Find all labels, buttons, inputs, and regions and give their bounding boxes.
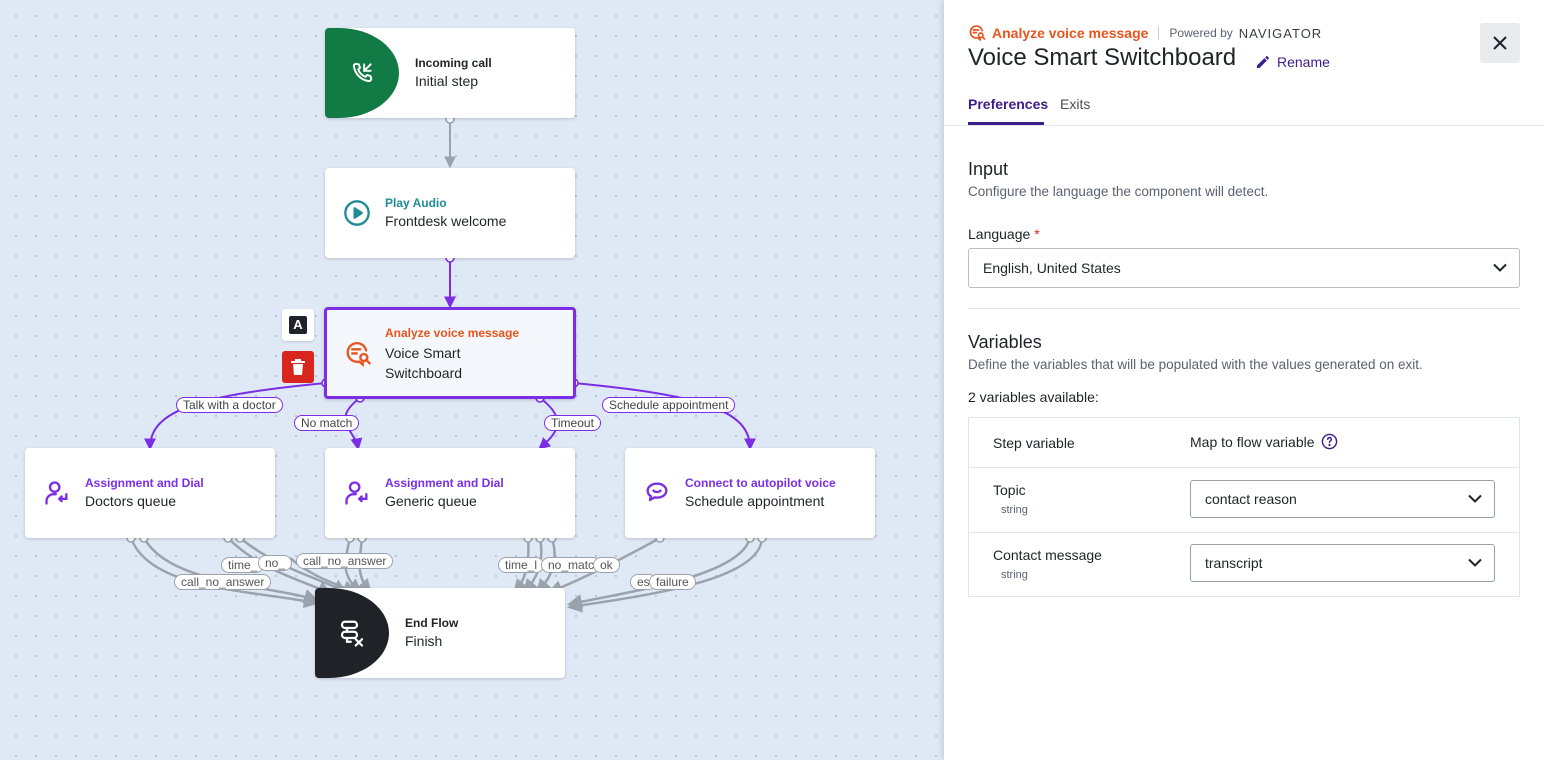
node-incoming-call[interactable]: Incoming call Initial step <box>325 28 575 118</box>
table-header: Step variable Map to flow variable <box>969 418 1519 468</box>
analyze-message-icon <box>969 25 986 42</box>
node-kind-label: Analyze voice message <box>385 326 520 340</box>
step-variable-name: Contact message <box>993 547 1102 563</box>
powered-by-label: Powered by <box>1169 26 1233 40</box>
step-variable-type: string <box>1001 569 1028 581</box>
node-name: Generic queue <box>385 493 477 509</box>
properties-panel: Analyze voice message Powered by NAVIGAT… <box>944 0 1544 760</box>
table-row: Contact message string transcript <box>969 532 1519 596</box>
incoming-call-badge <box>325 28 399 118</box>
variables-available-count: 2 variables available: <box>968 389 1099 405</box>
rename-label: Rename <box>1277 54 1330 70</box>
edge-label-call-no-answer[interactable]: call_no_answer <box>296 553 394 569</box>
required-mark: * <box>1034 226 1040 242</box>
agent-assign-icon <box>43 479 71 507</box>
phone-incoming-icon <box>352 62 373 83</box>
node-name: Voice Smart Switchboard <box>385 345 463 381</box>
edge-label-timeout[interactable]: Timeout <box>544 415 601 431</box>
step-variable-name: Topic <box>993 482 1026 498</box>
node-kind-label: Connect to autopilot voice <box>685 476 836 490</box>
node-name: Frontdesk welcome <box>385 213 507 229</box>
panel-title: Voice Smart Switchboard <box>968 44 1237 71</box>
close-icon <box>1493 36 1507 50</box>
edge-label-schedule-appointment[interactable]: Schedule appointment <box>602 397 736 413</box>
panel-header-meta: Analyze voice message Powered by NAVIGAT… <box>968 24 1322 42</box>
node-kind-label: Play Audio <box>385 196 447 210</box>
column-header-map-text: Map to flow variable <box>1190 433 1315 450</box>
delete-node-button[interactable] <box>282 351 314 383</box>
section-divider <box>968 308 1520 309</box>
edge-incoming-to-play[interactable] <box>444 114 456 169</box>
edge-play-to-analyze[interactable] <box>444 253 456 309</box>
help-icon[interactable] <box>1321 433 1338 450</box>
variables-section-description: Define the variables that will be popula… <box>968 357 1423 372</box>
node-doctors-queue[interactable]: Assignment and Dial Doctors queue <box>25 448 275 538</box>
edge-label-time[interactable]: time_l <box>498 557 545 573</box>
flow-canvas[interactable]: Incoming call Initial step Play Audio Fr… <box>0 0 944 760</box>
edge-label-no-match[interactable]: No match <box>294 415 360 431</box>
flow-variable-value: contact reason <box>1205 491 1297 507</box>
node-analyze-voice-message[interactable]: Analyze voice message Voice Smart Switch… <box>324 307 576 399</box>
column-header-map: Map to flow variable <box>1190 433 1338 450</box>
edge-label-talk-with-doctor[interactable]: Talk with a doctor <box>176 397 283 413</box>
node-name: Finish <box>405 633 443 649</box>
node-name: Initial step <box>415 73 479 89</box>
pencil-icon <box>1257 56 1269 68</box>
end-flow-icon <box>340 620 364 647</box>
text-tool-button[interactable]: A <box>282 309 314 341</box>
text-format-icon: A <box>289 316 307 334</box>
node-name: Doctors queue <box>85 493 177 509</box>
edge-label-failure[interactable]: failure <box>649 574 696 590</box>
agent-assign-icon <box>343 479 371 507</box>
column-header-step-variable: Step variable <box>993 435 1075 451</box>
edge-label-call-no-answer[interactable]: call_no_answer <box>174 574 272 590</box>
input-section-description: Configure the language the component wil… <box>968 184 1269 199</box>
chevron-down-icon <box>1468 494 1482 504</box>
flow-variable-select[interactable]: contact reason <box>1190 480 1495 518</box>
language-label: Language * <box>968 226 1040 242</box>
end-flow-badge <box>315 588 389 678</box>
play-circle-icon <box>343 199 371 227</box>
tab-exits[interactable]: Exits <box>1060 96 1090 112</box>
node-kind-label: Incoming call <box>415 56 492 70</box>
edge-label-no[interactable]: no_ <box>258 555 293 571</box>
node-generic-queue[interactable]: Assignment and Dial Generic queue <box>325 448 575 538</box>
brand-logo: NAVIGATOR <box>1238 25 1323 41</box>
node-end-flow[interactable]: End Flow Finish <box>315 588 565 678</box>
analyze-message-icon <box>344 340 372 368</box>
tabs-divider <box>944 125 1544 126</box>
node-name: Schedule appointment <box>685 493 825 509</box>
language-label-text: Language <box>968 226 1031 242</box>
chevron-down-icon <box>1493 263 1507 273</box>
edge-schedule-appointment[interactable] <box>573 382 756 451</box>
node-schedule-appointment[interactable]: Connect to autopilot voice Schedule appo… <box>625 448 875 538</box>
autopilot-chat-icon <box>643 479 671 507</box>
node-kind-label: End Flow <box>405 616 459 630</box>
language-select-value: English, United States <box>983 260 1121 276</box>
input-section-title: Input <box>968 159 1009 179</box>
language-select[interactable]: English, United States <box>968 248 1520 288</box>
rename-button[interactable]: Rename <box>1255 54 1330 70</box>
edge-label-ok[interactable]: ok <box>593 557 620 573</box>
flow-variable-value: transcript <box>1205 555 1263 571</box>
close-button[interactable] <box>1480 23 1520 63</box>
trash-icon <box>291 359 305 375</box>
header-divider <box>1158 26 1160 40</box>
table-row: Topic string contact reason <box>969 467 1519 533</box>
component-type-label: Analyze voice message <box>992 25 1149 41</box>
tab-preferences[interactable]: Preferences <box>968 96 1048 112</box>
chevron-down-icon <box>1468 558 1482 568</box>
variables-table: Step variable Map to flow variable Topic… <box>968 417 1520 597</box>
node-kind-label: Assignment and Dial <box>85 476 204 490</box>
step-variable-type: string <box>1001 504 1028 516</box>
node-kind-label: Assignment and Dial <box>385 476 504 490</box>
variables-section-title: Variables <box>968 332 1042 352</box>
flow-variable-select[interactable]: transcript <box>1190 544 1495 582</box>
node-play-audio[interactable]: Play Audio Frontdesk welcome <box>325 168 575 258</box>
